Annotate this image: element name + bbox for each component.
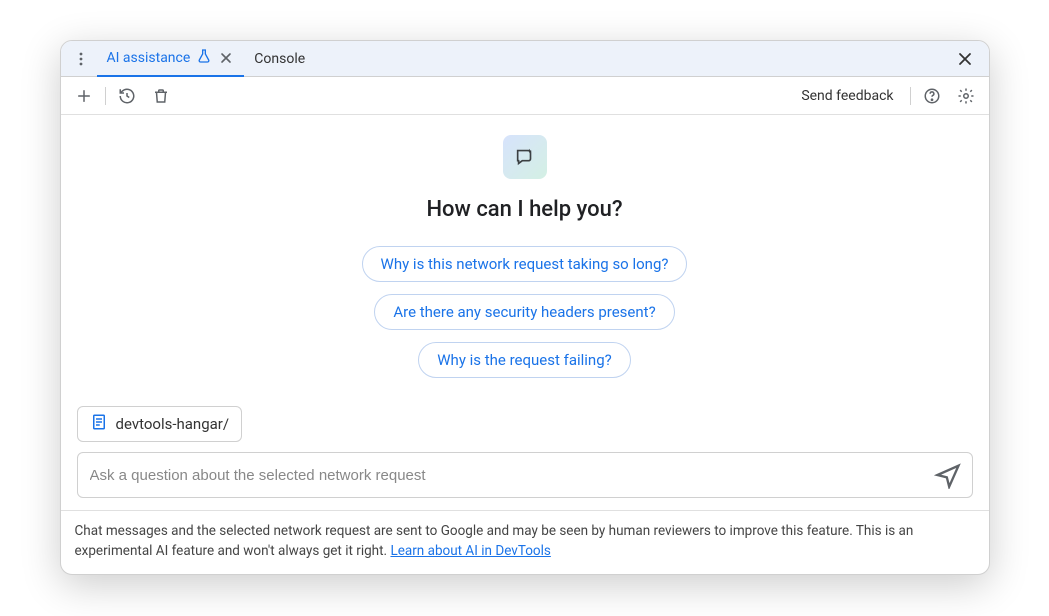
tab-bar: AI assistance Console: [61, 41, 989, 77]
tab-ai-assistance[interactable]: AI assistance: [97, 41, 245, 77]
learn-more-link[interactable]: Learn about AI in DevTools: [390, 543, 550, 559]
history-icon[interactable]: [114, 83, 140, 109]
disclaimer-footer: Chat messages and the selected network r…: [61, 510, 989, 574]
close-tab-icon[interactable]: [218, 50, 234, 66]
tab-console[interactable]: Console: [244, 41, 315, 77]
add-button[interactable]: [71, 83, 97, 109]
suggestion-chip[interactable]: Why is this network request taking so lo…: [362, 246, 688, 282]
flask-icon: [196, 48, 212, 68]
send-icon[interactable]: [934, 461, 962, 489]
ai-sparkle-icon: [503, 135, 547, 179]
document-icon: [90, 413, 108, 435]
suggestion-chip[interactable]: Why is the request failing?: [418, 342, 630, 378]
settings-icon[interactable]: [953, 83, 979, 109]
main-content: How can I help you? Why is this network …: [61, 115, 989, 510]
hero-title: How can I help you?: [426, 197, 622, 222]
prompt-input-row: [77, 452, 973, 498]
divider: [105, 87, 106, 105]
hero: How can I help you?: [77, 135, 973, 222]
tab-label: AI assistance: [107, 50, 191, 66]
trash-icon[interactable]: [148, 83, 174, 109]
tab-label: Console: [254, 51, 305, 67]
kebab-menu-icon[interactable]: [69, 47, 93, 71]
divider: [910, 87, 911, 105]
send-feedback-link[interactable]: Send feedback: [793, 88, 901, 104]
context-chip[interactable]: devtools-hangar/: [77, 406, 243, 442]
suggestion-list: Why is this network request taking so lo…: [77, 246, 973, 378]
context-label: devtools-hangar/: [116, 415, 230, 433]
close-panel-icon[interactable]: [951, 45, 979, 73]
prompt-input[interactable]: [88, 466, 926, 485]
help-icon[interactable]: [919, 83, 945, 109]
suggestion-chip[interactable]: Are there any security headers present?: [374, 294, 674, 330]
toolbar: Send feedback: [61, 77, 989, 115]
devtools-panel: AI assistance Console Send feedback: [60, 40, 990, 575]
